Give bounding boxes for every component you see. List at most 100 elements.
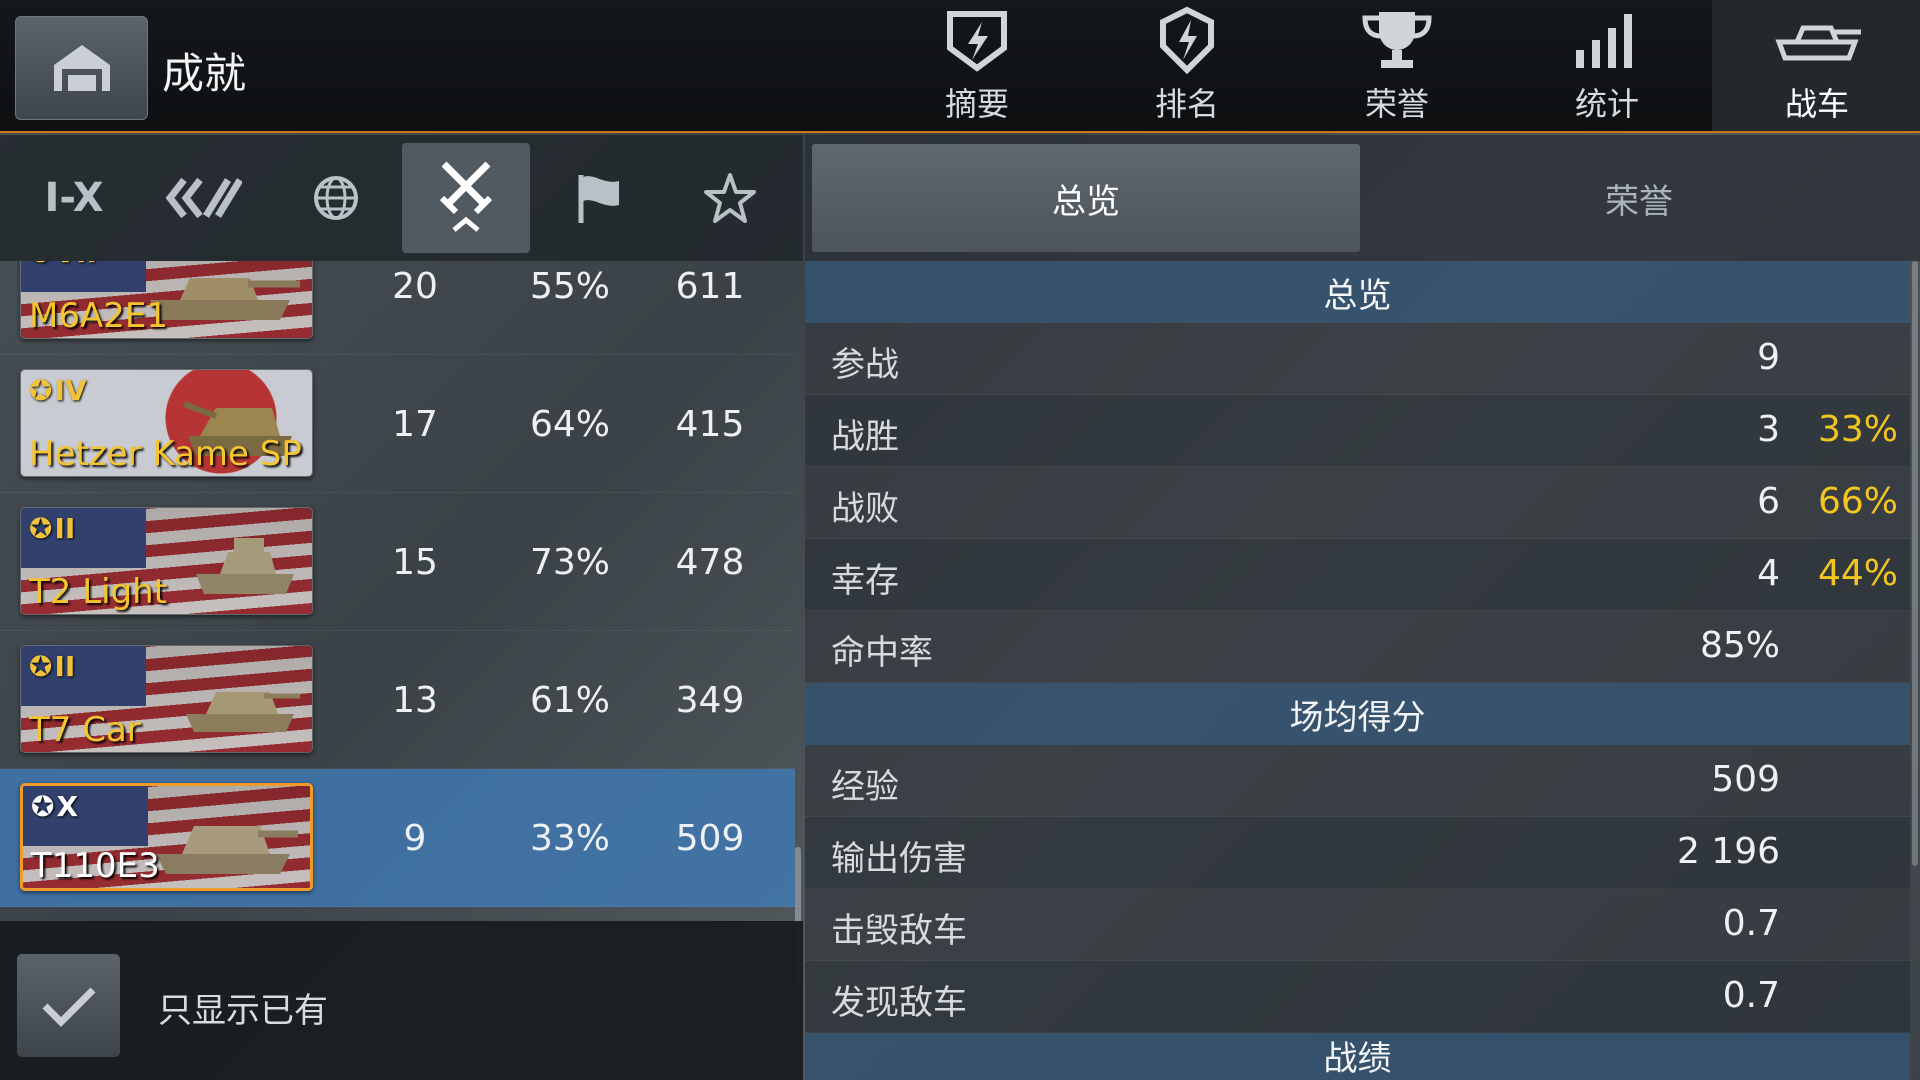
vehicle-row[interactable]: ✪ II T7 Car 13 61% 349 <box>0 631 795 769</box>
tier-emblem-icon: ✪ <box>31 790 55 823</box>
subtab-honors[interactable]: 荣誉 <box>1365 144 1913 252</box>
tank-name: T110E3 <box>31 846 160 886</box>
tank-name: M6A2E1 <box>29 296 168 336</box>
hangar-icon <box>53 45 110 91</box>
section-header-average-score: 场均得分 <box>805 683 1910 745</box>
vehicle-row-selected[interactable]: ✪ X T110E3 9 33% 509 <box>0 769 795 907</box>
tier-emblem-icon: ✪ <box>29 374 53 407</box>
vehicle-row[interactable]: ✪ IV Hetzer Kame SP 17 64% 415 <box>0 355 795 493</box>
bar-signal-icon <box>1572 0 1642 79</box>
stat-value: 6 <box>1757 481 1780 522</box>
top-bar: 成就 摘要 排名 荣誉 统计 战车 <box>0 0 1920 133</box>
tank-image <box>186 692 300 732</box>
tab-vehicles-label: 战车 <box>1784 85 1849 123</box>
stats-scrollbar[interactable] <box>1912 261 1918 866</box>
crossed-swords-icon <box>439 161 493 232</box>
battles-count: 13 <box>392 679 438 721</box>
flag-filter-button[interactable] <box>534 143 662 253</box>
battles-count: 9 <box>403 817 427 859</box>
average-xp: 349 <box>675 679 745 721</box>
tank-image <box>156 826 298 874</box>
tier-emblem-icon: ✪ <box>29 512 53 545</box>
battles-sort-button[interactable] <box>402 143 530 253</box>
stat-label: 参战 <box>831 345 899 385</box>
tier-badge: ✪ X <box>31 790 79 823</box>
stat-label: 发现敌车 <box>831 983 967 1023</box>
vehicle-row[interactable]: ✪ II T2 Light 15 73% 478 <box>0 493 795 631</box>
win-rate: 64% <box>529 403 610 445</box>
tab-summary[interactable]: 摘要 <box>872 0 1082 131</box>
battles-count: 20 <box>392 265 438 307</box>
tank-card: ✪ II T2 Light <box>20 507 313 615</box>
vehicle-list-panel: I-X ✪VII M6A2E1 20 55% 611 <box>0 135 803 1080</box>
vehicle-stats-panel: 总览 荣誉 总览 参战 9 战胜 3 33% 战败 6 66% 幸存 4 44%… <box>805 135 1920 1080</box>
subtab-bar: 总览 荣誉 <box>805 135 1920 261</box>
tab-statistics[interactable]: 统计 <box>1502 0 1712 131</box>
stat-row-experience: 经验 509 <box>805 745 1910 817</box>
tab-honors-label: 荣誉 <box>1364 85 1429 123</box>
filter-bar: I-X <box>0 135 803 261</box>
stat-label: 战胜 <box>831 417 899 457</box>
average-xp: 611 <box>675 265 745 307</box>
stat-label: 经验 <box>831 767 899 807</box>
tab-rating[interactable]: 排名 <box>1082 0 1292 131</box>
owned-only-label: 只显示已有 <box>158 991 328 1031</box>
bottom-bar: 只显示已有 <box>0 921 803 1080</box>
tank-icon <box>1769 0 1865 79</box>
average-xp: 478 <box>675 541 745 583</box>
tank-image <box>196 538 294 594</box>
page-title: 成就 <box>162 49 247 98</box>
win-rate: 73% <box>529 541 610 583</box>
tab-summary-label: 摘要 <box>944 85 1009 123</box>
stat-label: 输出伤害 <box>831 839 967 879</box>
tank-name: T2 Light <box>29 572 168 612</box>
stat-label: 战败 <box>831 489 899 529</box>
tier-filter-button[interactable]: I-X <box>10 143 138 253</box>
stat-label: 击毁敌车 <box>831 911 967 951</box>
tier-badge: ✪ II <box>29 512 76 545</box>
win-rate: 55% <box>529 265 610 307</box>
stat-value: 2 196 <box>1676 831 1780 872</box>
favorite-filter-button[interactable] <box>666 143 794 253</box>
stat-value: 85% <box>1699 625 1780 666</box>
stat-row-defeats: 战败 6 66% <box>805 467 1910 539</box>
tier-badge: ✪VII <box>29 261 97 269</box>
tank-card: ✪ IV Hetzer Kame SP <box>20 369 313 477</box>
stat-row-damage: 输出伤害 2 196 <box>805 817 1910 889</box>
vehicle-class-icon <box>166 177 242 219</box>
tank-card: ✪ II T7 Car <box>20 645 313 753</box>
stat-value: 0.7 <box>1722 903 1780 944</box>
stat-row-victories: 战胜 3 33% <box>805 395 1910 467</box>
battles-count: 17 <box>392 403 438 445</box>
class-filter-button[interactable] <box>140 143 268 253</box>
subtab-overview[interactable]: 总览 <box>812 144 1360 252</box>
win-rate: 33% <box>529 817 610 859</box>
trophy-icon <box>1357 0 1437 79</box>
stat-row-hit-ratio: 命中率 85% <box>805 611 1910 683</box>
stat-row-survived: 幸存 4 44% <box>805 539 1910 611</box>
stat-value: 9 <box>1757 337 1780 378</box>
tank-card: ✪ X T110E3 <box>20 783 313 891</box>
average-xp: 415 <box>675 403 745 445</box>
stat-percentage: 33% <box>1817 409 1898 450</box>
shield-lightning-icon <box>942 0 1012 79</box>
tab-vehicles[interactable]: 战车 <box>1712 0 1920 131</box>
tank-name: Hetzer Kame SP <box>29 434 302 474</box>
owned-only-checkbox[interactable] <box>17 954 120 1057</box>
garage-home-button[interactable] <box>15 16 148 120</box>
stat-label: 幸存 <box>831 561 899 601</box>
tier-emblem-icon: ✪ <box>29 650 53 683</box>
checkmark-icon <box>42 987 95 1027</box>
stat-value: 509 <box>1711 759 1780 800</box>
tier-emblem-icon: ✪ <box>29 261 52 269</box>
tab-honors[interactable]: 荣誉 <box>1292 0 1502 131</box>
stat-percentage: 44% <box>1817 553 1898 594</box>
section-header-overview: 总览 <box>805 261 1910 323</box>
stat-value: 0.7 <box>1722 975 1780 1016</box>
tier-badge: ✪ IV <box>29 374 87 407</box>
stat-row-battles: 参战 9 <box>805 323 1910 395</box>
stat-row-destroyed: 击毁敌车 0.7 <box>805 889 1910 961</box>
stat-row-spotted: 发现敌车 0.7 <box>805 961 1910 1033</box>
vehicle-row[interactable]: ✪VII M6A2E1 20 55% 611 <box>0 261 795 355</box>
nation-filter-button[interactable] <box>272 143 400 253</box>
